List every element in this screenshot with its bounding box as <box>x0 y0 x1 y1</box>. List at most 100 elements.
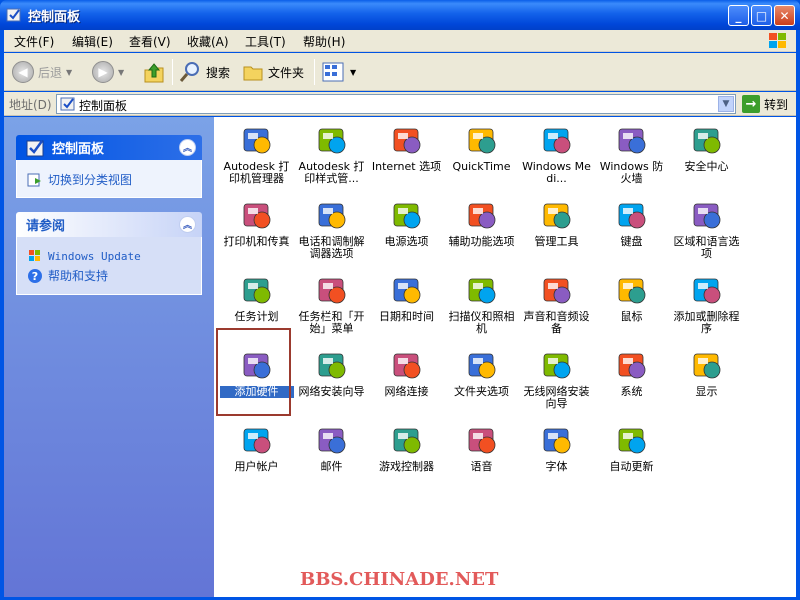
views-button[interactable]: ▼ <box>322 60 356 84</box>
address-value: 控制面板 <box>79 99 128 113</box>
control-panel-item[interactable]: 日期和时间 <box>369 269 444 344</box>
control-panel-item[interactable]: 任务栏和「开始」菜单 <box>294 269 369 344</box>
panel-header[interactable]: 控制面板 ︽ <box>16 135 202 160</box>
panel-body: Windows Update ? 帮助和支持 <box>16 237 202 295</box>
folder-icon <box>243 66 263 81</box>
window-title: 控制面板 <box>28 10 81 25</box>
control-panel-item[interactable]: 语音 <box>444 419 519 494</box>
chevron-down-icon: ▼ <box>722 99 730 109</box>
item-label: 显示 <box>695 385 718 398</box>
item-label: QuickTime <box>452 160 511 173</box>
forward-button[interactable]: ▶ ▼ <box>92 60 124 84</box>
control-panel-item[interactable]: 无线网络安装向导 <box>519 344 594 419</box>
control-panel-item[interactable]: 管理工具 <box>519 194 594 269</box>
menu-file[interactable]: 文件(F) <box>14 33 54 50</box>
collapse-icon[interactable]: ︽ <box>179 216 196 233</box>
go-arrow-icon: → <box>742 95 760 113</box>
mouse-icon <box>618 278 645 304</box>
control-panel-item[interactable]: Windows Medi... <box>519 119 594 194</box>
wireless-setup-icon <box>543 353 570 379</box>
control-panel-item[interactable]: 网络安装向导 <box>294 344 369 419</box>
task-pane: 控制面板 ︽ 切换到分类视图 请参阅 ︽ Windows Update ? 帮助… <box>4 117 214 597</box>
control-panel-item[interactable]: 扫描仪和照相机 <box>444 269 519 344</box>
close-button[interactable]: ✕ <box>774 5 795 26</box>
control-panel-item[interactable]: 任务计划 <box>219 269 294 344</box>
control-panel-item[interactable]: 键盘 <box>594 194 669 269</box>
menu-edit[interactable]: 编辑(E) <box>72 33 113 50</box>
minimize-button[interactable]: _ <box>728 5 749 26</box>
keyboard-icon <box>618 203 645 229</box>
control-panel-item[interactable]: 系统 <box>594 344 669 419</box>
address-dropdown-button[interactable]: ▼ <box>718 96 734 112</box>
control-panel-item[interactable]: 辅助功能选项 <box>444 194 519 269</box>
item-label: 文件夹选项 <box>454 385 509 398</box>
collapse-icon[interactable]: ︽ <box>179 139 196 156</box>
control-panel-item[interactable]: 安全中心 <box>669 119 744 194</box>
search-button[interactable]: 搜索 <box>178 60 230 84</box>
item-label: 用户帐户 <box>234 460 279 473</box>
title-bar[interactable]: 控制面板 _ □ ✕ <box>0 0 800 30</box>
control-panel-item[interactable]: Windows 防火墙 <box>594 119 669 194</box>
up-button[interactable] <box>142 60 166 84</box>
menu-tools[interactable]: 工具(T) <box>245 33 286 50</box>
windows-update-link[interactable]: Windows Update <box>27 248 191 264</box>
control-panel-item[interactable]: 游戏控制器 <box>369 419 444 494</box>
menu-favorites[interactable]: 收藏(A) <box>187 33 229 50</box>
control-panel-item[interactable]: 鼠标 <box>594 269 669 344</box>
control-panel-item[interactable]: 邮件 <box>294 419 369 494</box>
folders-button[interactable]: 文件夹 <box>242 60 304 84</box>
control-panel-item[interactable]: 打印机和传真 <box>219 194 294 269</box>
control-panel-item[interactable]: 自动更新 <box>594 419 669 494</box>
item-label: 添加或删除程序 <box>673 310 740 335</box>
control-panel-item[interactable]: 用户帐户 <box>219 419 294 494</box>
fonts-icon <box>543 428 570 454</box>
control-panel-item[interactable]: 字体 <box>519 419 594 494</box>
control-panel-item[interactable]: Autodesk 打印机管理器 <box>219 119 294 194</box>
printer-manager-icon <box>243 128 270 154</box>
chevron-down-icon: ▼ <box>66 67 73 77</box>
control-panel-icon <box>60 97 75 111</box>
windows-media-icon <box>543 128 570 154</box>
control-panel-item[interactable]: 声音和音频设备 <box>519 269 594 344</box>
control-panel-item[interactable]: Internet 选项 <box>369 119 444 194</box>
go-button[interactable]: → 转到 <box>742 95 788 113</box>
views-icon <box>322 62 344 82</box>
item-label: 邮件 <box>320 460 343 473</box>
internet-options-icon <box>393 128 420 154</box>
control-panel-item[interactable]: 区域和语言选项 <box>669 194 744 269</box>
help-support-link[interactable]: ? 帮助和支持 <box>27 267 191 284</box>
item-label: 语音 <box>470 460 493 473</box>
control-panel-item[interactable]: 显示 <box>669 344 744 419</box>
address-input[interactable]: 控制面板 ▼ <box>56 94 736 114</box>
control-panel-item[interactable]: QuickTime <box>444 119 519 194</box>
back-button[interactable]: ◀ 后退 ▼ <box>12 60 72 84</box>
add-remove-programs-icon <box>693 278 720 304</box>
control-panel-item[interactable]: 文件夹选项 <box>444 344 519 419</box>
control-panel-item[interactable]: Autodesk 打印样式管... <box>294 119 369 194</box>
back-arrow-icon: ◀ <box>12 61 34 83</box>
item-label: 游戏控制器 <box>379 460 434 473</box>
item-label: 辅助功能选项 <box>448 235 515 248</box>
printers-fax-icon <box>243 203 270 229</box>
control-panel-item[interactable]: 电源选项 <box>369 194 444 269</box>
menu-view[interactable]: 查看(V) <box>129 33 171 50</box>
user-accounts-icon <box>243 428 270 454</box>
go-label: 转到 <box>764 97 789 112</box>
item-label: 无线网络安装向导 <box>523 385 590 410</box>
control-panel-item[interactable]: 添加或删除程序 <box>669 269 744 344</box>
control-panel-item[interactable]: 电话和调制解调器选项 <box>294 194 369 269</box>
maximize-button[interactable]: □ <box>751 5 772 26</box>
search-label: 搜索 <box>206 65 231 80</box>
control-panel-item[interactable]: 添加硬件 <box>219 344 294 419</box>
panel-header[interactable]: 请参阅 ︽ <box>16 212 202 237</box>
item-label: Internet 选项 <box>371 160 442 173</box>
control-panel-icon <box>6 8 21 22</box>
system-icon <box>618 353 645 379</box>
switch-category-view-link[interactable]: 切换到分类视图 <box>27 171 191 188</box>
folder-up-icon <box>144 63 164 83</box>
menu-help[interactable]: 帮助(H) <box>303 33 345 50</box>
search-icon <box>179 62 199 82</box>
switch-view-icon <box>27 173 41 186</box>
control-panel-icon <box>26 139 44 156</box>
control-panel-item[interactable]: 网络连接 <box>369 344 444 419</box>
